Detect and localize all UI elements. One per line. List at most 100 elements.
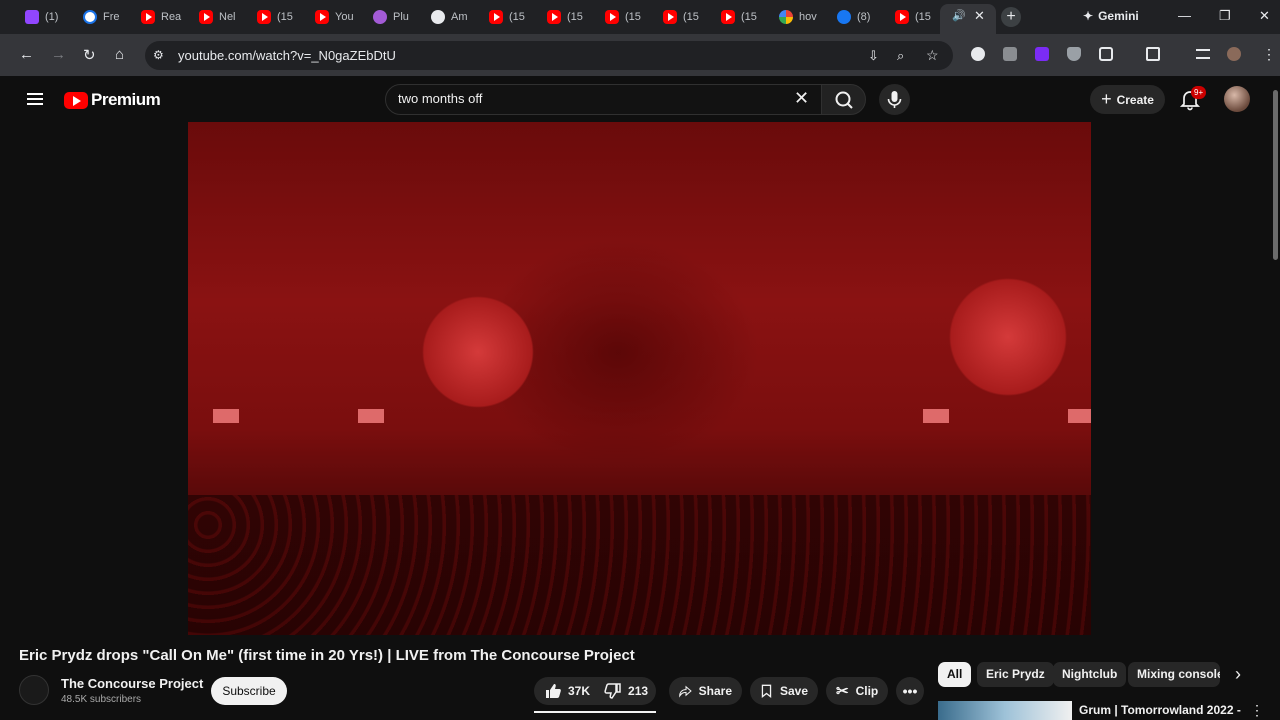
side-panel-icon[interactable] xyxy=(1146,47,1160,61)
more-horizontal-icon: ••• xyxy=(902,683,918,699)
more-actions-button[interactable]: ••• xyxy=(896,677,924,705)
youtube-icon xyxy=(547,10,561,24)
stage-light xyxy=(213,409,239,423)
like-button[interactable]: 37K xyxy=(544,682,590,700)
reload-icon[interactable]: ↻ xyxy=(83,46,96,64)
browser-tab[interactable]: You xyxy=(315,6,365,28)
youtube-icon xyxy=(141,10,155,24)
search-input[interactable]: two months off xyxy=(398,91,482,106)
save-button[interactable]: Save xyxy=(750,677,818,705)
profile-icon[interactable] xyxy=(1227,47,1241,61)
close-tab-icon[interactable]: ✕ xyxy=(974,8,985,24)
gemini-button[interactable]: ✦ Gemini xyxy=(1083,9,1139,23)
tab-label: Nel xyxy=(219,11,236,23)
browser-tab[interactable]: (15 xyxy=(257,6,307,28)
browser-tab[interactable]: Rea xyxy=(141,6,191,28)
youtube-icon xyxy=(721,10,735,24)
stage-light xyxy=(923,409,949,423)
account-avatar[interactable] xyxy=(1224,86,1250,112)
tab-label: (15 xyxy=(625,11,641,23)
active-tab[interactable]: 🔊 ✕ xyxy=(940,4,996,34)
browser-tab[interactable]: (8) xyxy=(837,6,887,28)
microphone-icon xyxy=(887,91,902,108)
chevron-right-icon[interactable]: › xyxy=(1235,664,1241,685)
recommendation-title[interactable]: Grum | Tomorrowland 2022 - xyxy=(1079,703,1241,717)
recommendation-thumbnail[interactable] xyxy=(938,701,1072,720)
at-icon xyxy=(431,10,445,24)
bookmark-star-icon[interactable]: ☆ xyxy=(926,47,939,64)
browser-tab[interactable]: Am xyxy=(431,6,481,28)
like-progress-underline xyxy=(534,711,656,713)
forward-icon[interactable]: → xyxy=(51,46,66,63)
dislike-count: 213 xyxy=(628,684,649,698)
share-arrow-icon xyxy=(679,685,692,698)
tab-label: (8) xyxy=(857,11,871,23)
browser-tab[interactable]: Nel xyxy=(199,6,249,28)
extensions-puzzle-icon[interactable] xyxy=(1099,47,1113,61)
browser-tab[interactable]: hov xyxy=(779,6,829,28)
chip-eric-prydz[interactable]: Eric Prydz xyxy=(977,662,1054,687)
browser-menu-icon[interactable]: ⋮ xyxy=(1262,46,1276,63)
create-button[interactable]: + Create xyxy=(1090,85,1165,114)
scissors-icon: ✂ xyxy=(836,683,849,700)
site-info-icon[interactable]: ⚙ xyxy=(153,48,164,62)
google-icon xyxy=(779,10,793,24)
speaker-icon[interactable]: 🔊 xyxy=(952,9,966,22)
home-icon[interactable]: ⌂ xyxy=(115,46,124,63)
video-player[interactable] xyxy=(188,122,1091,635)
clear-search-icon[interactable]: ✕ xyxy=(794,88,809,109)
zoom-icon[interactable]: ⌕ xyxy=(897,48,904,64)
recommendation-menu-icon[interactable]: ⋮ xyxy=(1250,702,1264,719)
url-text[interactable]: youtube.com/watch?v=_N0gaZEbDtU xyxy=(178,48,396,63)
channel-subscriber-count: 48.5K subscribers xyxy=(61,694,142,705)
subscribe-button[interactable]: Subscribe xyxy=(211,677,287,705)
clip-button[interactable]: ✂ Clip xyxy=(826,677,888,705)
save-label: Save xyxy=(779,684,808,698)
tab-label: (15 xyxy=(683,11,699,23)
extension-eyes-icon[interactable] xyxy=(971,47,985,61)
channel-avatar[interactable] xyxy=(19,675,49,705)
browser-tab[interactable]: (15 xyxy=(489,6,539,28)
browser-tab[interactable]: (15 xyxy=(721,6,771,28)
youtube-icon xyxy=(257,10,271,24)
window-close-icon[interactable]: ✕ xyxy=(1259,8,1270,24)
browser-tab[interactable]: Plu xyxy=(373,6,423,28)
plus-icon xyxy=(373,10,387,24)
media-control-icon[interactable] xyxy=(1196,49,1210,59)
browser-tab[interactable]: (15 xyxy=(605,6,655,28)
voice-search-button[interactable] xyxy=(879,84,910,115)
extension-purple-icon[interactable] xyxy=(1035,47,1049,61)
restore-icon[interactable]: ❐ xyxy=(1219,8,1231,24)
share-button[interactable]: Share xyxy=(669,677,742,705)
tab-label: (15 xyxy=(915,11,931,23)
back-icon[interactable]: ← xyxy=(19,46,34,63)
browser-tab[interactable]: (15 xyxy=(547,6,597,28)
new-tab-button[interactable]: + xyxy=(1001,7,1021,27)
channel-name[interactable]: The Concourse Project xyxy=(61,676,203,691)
install-icon[interactable]: ⇩ xyxy=(868,48,879,64)
like-dislike-group: 37K 213 xyxy=(534,677,656,705)
youtube-premium-logo[interactable]: Premium xyxy=(64,90,161,110)
tab-label: Rea xyxy=(161,11,182,23)
minimize-icon[interactable]: — xyxy=(1178,8,1191,23)
dislike-button[interactable]: 213 xyxy=(604,682,648,700)
extension-mask-icon[interactable] xyxy=(1003,47,1017,61)
hamburger-menu-icon[interactable] xyxy=(27,93,43,105)
chip-mixing-console[interactable]: Mixing console xyxy=(1128,662,1220,687)
browser-tab[interactable]: (1) xyxy=(25,6,75,28)
stage-light xyxy=(358,409,384,423)
browser-tab[interactable]: Fre xyxy=(83,6,133,28)
chip-nightclub[interactable]: Nightclub xyxy=(1053,662,1127,687)
tab-label: Am xyxy=(451,11,468,23)
extension-shield-icon[interactable] xyxy=(1067,47,1081,61)
tab-label: (15 xyxy=(509,11,525,23)
notification-badge: 9+ xyxy=(1191,86,1207,99)
logo-text: Premium xyxy=(91,90,161,109)
browser-tab[interactable]: (15 xyxy=(895,6,945,28)
chip-all[interactable]: All xyxy=(938,662,972,687)
page-scrollbar[interactable] xyxy=(1273,90,1278,260)
gemini-label: Gemini xyxy=(1098,9,1139,23)
search-button[interactable] xyxy=(821,84,866,115)
browser-tab[interactable]: (15 xyxy=(663,6,713,28)
crowd-silhouettes xyxy=(188,495,1091,635)
